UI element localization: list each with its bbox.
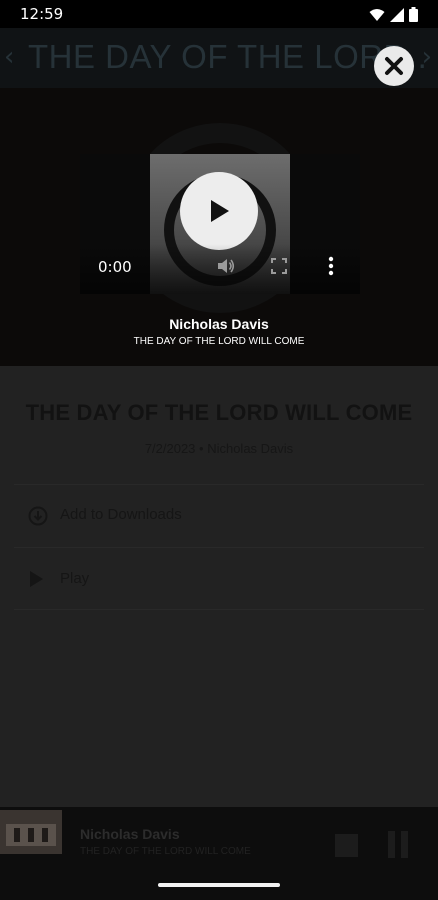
mini-player-artist: Nicholas Davis: [80, 826, 180, 842]
more-vertical-icon[interactable]: [328, 256, 334, 276]
home-indicator[interactable]: [158, 883, 280, 887]
divider: [14, 484, 424, 485]
battery-icon: [409, 7, 418, 22]
chevron-right-icon[interactable]: ›: [422, 42, 432, 72]
stop-icon[interactable]: [335, 834, 358, 857]
sermon-meta: 7/2/2023 • Nicholas Davis: [144, 441, 294, 456]
close-icon: [385, 57, 403, 75]
divider: [14, 547, 424, 548]
add-to-downloads-label: Add to Downloads: [60, 506, 182, 523]
fullscreen-icon[interactable]: [271, 258, 287, 274]
status-icons: [369, 7, 418, 22]
chevron-left-icon[interactable]: ‹: [4, 42, 14, 72]
volume-icon[interactable]: [216, 256, 236, 276]
sermon-title: THE DAY OF THE LORD WILL COME: [25, 400, 413, 425]
status-time: 12:59: [20, 5, 64, 23]
mini-player-thumbnail: [0, 810, 62, 854]
sermon-details: THE DAY OF THE LORD WILL COME 7/2/2023 •…: [0, 366, 438, 807]
thumbnail-artwork-icon: [0, 810, 62, 854]
play-action-label: Play: [60, 570, 90, 587]
play-action-button[interactable]: Play: [14, 554, 424, 604]
divider: [14, 609, 424, 610]
play-icon: [211, 200, 229, 222]
player-track: THE DAY OF THE LORD WILL COME: [133, 336, 305, 347]
status-bar: 12:59: [0, 0, 438, 28]
add-to-downloads-button[interactable]: Add to Downloads: [14, 490, 424, 540]
play-icon: [30, 571, 43, 587]
header: ‹ THE DAY OF THE LORD . . ›: [0, 28, 438, 88]
pause-icon[interactable]: [388, 831, 408, 858]
mini-player-track: THE DAY OF THE LORD WILL COME: [80, 846, 251, 857]
wifi-icon: [369, 8, 385, 21]
player-artist: Nicholas Davis: [169, 316, 269, 332]
download-icon: [28, 506, 48, 526]
play-button[interactable]: [180, 172, 258, 250]
video-player[interactable]: 0:00: [80, 154, 360, 294]
video-time: 0:00: [98, 258, 132, 276]
signal-icon: [390, 7, 404, 22]
close-button[interactable]: [374, 46, 414, 86]
